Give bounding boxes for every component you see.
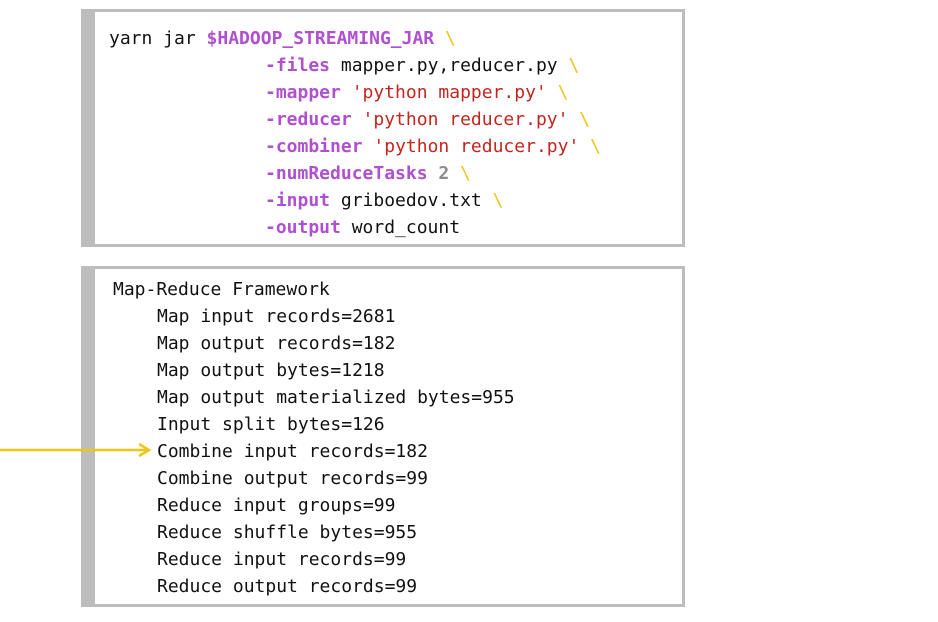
command-prefix: yarn jar	[109, 28, 207, 49]
counter-line: Combine output records=99	[157, 468, 428, 489]
line-continuation: \	[557, 82, 569, 103]
highlight-arrow-icon	[0, 442, 152, 458]
command-value: mapper.py,reducer.py	[340, 55, 558, 76]
counter-line-highlighted: Combine input records=182	[157, 441, 428, 462]
counter-line: Map output materialized bytes=955	[157, 387, 515, 408]
command-flag: -reducer	[265, 109, 352, 130]
line-continuation: \	[460, 163, 471, 184]
counter-line: Reduce output records=99	[157, 576, 418, 597]
counters-output-block: Map-Reduce Framework Map input records=2…	[81, 266, 685, 607]
command-arg-line: -output word_count	[265, 214, 460, 241]
command-arg-line: -numReduceTasks 2 \	[265, 160, 471, 187]
line-continuation: \	[568, 55, 580, 76]
counter-line: Reduce input records=99	[157, 549, 407, 570]
command-arg-line: -input griboedov.txt \	[265, 187, 503, 214]
command-arg-line: -mapper 'python mapper.py' \	[265, 79, 568, 106]
command-code-block: yarn jar $HADOOP_STREAMING_JAR \ -files …	[81, 9, 685, 247]
counter-line: Reduce input groups=99	[157, 495, 396, 516]
counters-title: Map-Reduce Framework	[113, 279, 330, 300]
command-flag: -input	[265, 190, 331, 211]
command-value: griboedov.txt	[340, 190, 482, 211]
command-flag: -numReduceTasks	[265, 163, 428, 184]
line-continuation: \	[590, 136, 601, 157]
counter-line: Reduce shuffle bytes=955	[157, 522, 418, 543]
counter-line: Map input records=2681	[157, 306, 396, 327]
command-value: 'python reducer.py'	[373, 136, 580, 157]
line-continuation: \	[444, 28, 456, 49]
counter-line: Input split bytes=126	[157, 414, 385, 435]
command-value: 'python mapper.py'	[351, 82, 547, 103]
counter-line: Map output records=182	[157, 333, 396, 354]
command-flag: -mapper	[265, 82, 341, 103]
jar-variable: $HADOOP_STREAMING_JAR	[206, 28, 435, 49]
command-value: word_count	[351, 217, 461, 238]
command-value: 2	[438, 163, 450, 184]
line-continuation: \	[492, 190, 504, 211]
command-arg-line: -reducer 'python reducer.py' \	[265, 106, 590, 133]
line-continuation: \	[579, 109, 591, 130]
command-flag: -files	[265, 55, 331, 76]
command-arg-line: -combiner 'python reducer.py' \	[265, 133, 601, 160]
counter-line: Map output bytes=1218	[157, 360, 385, 381]
command-first-line: yarn jar $HADOOP_STREAMING_JAR \	[109, 25, 456, 52]
command-flag: -combiner	[265, 136, 363, 157]
command-value: 'python reducer.py'	[362, 109, 569, 130]
command-arg-line: -files mapper.py,reducer.py \	[265, 52, 579, 79]
command-flag: -output	[265, 217, 341, 238]
